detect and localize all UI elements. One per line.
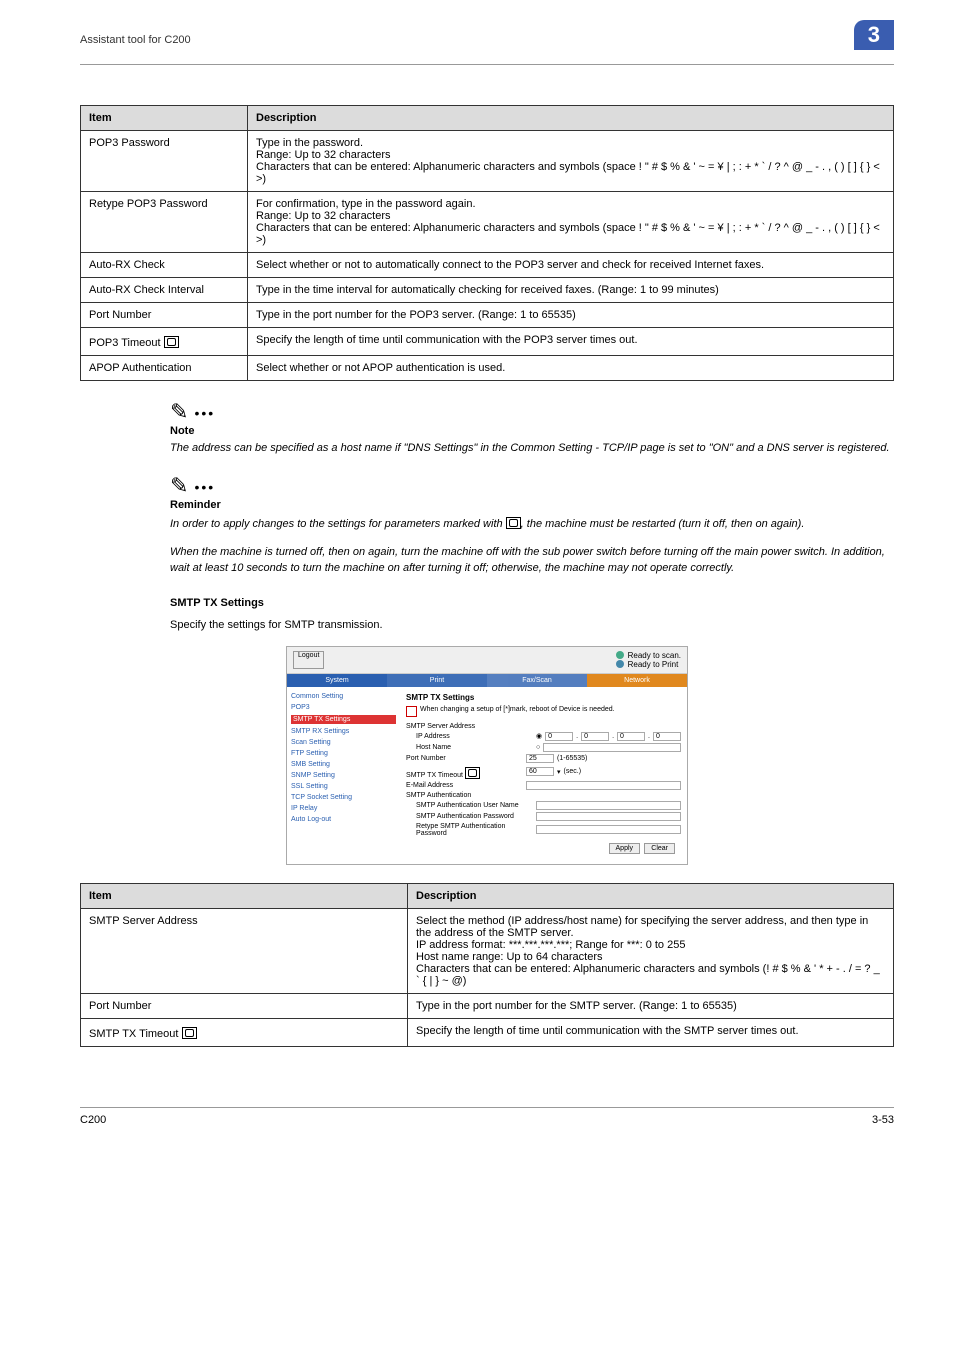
row-server: SMTP Server Address: [406, 723, 526, 730]
table-row: APOP Authentication: [81, 356, 248, 381]
embedded-screenshot: Logout Ready to scan. Ready to Print Sys…: [286, 646, 688, 865]
warn-icon: [406, 706, 417, 717]
row-ip: IP Address: [406, 733, 536, 740]
table-row: SMTP Server Address: [81, 908, 408, 993]
auth-pass-field: [536, 812, 681, 821]
row-auth-repass: Retype SMTP Authentication Password: [406, 823, 536, 837]
reminder-icon: ✎: [170, 475, 188, 497]
tab-system: System: [287, 674, 387, 687]
row-auth-pass: SMTP Authentication Password: [406, 813, 536, 820]
nav-snmp: SNMP Setting: [291, 772, 396, 779]
table1-header-desc: Description: [248, 106, 894, 131]
timeout-field: [526, 767, 554, 776]
note-icon: ✎: [170, 401, 188, 423]
auth-user-field: [536, 801, 681, 810]
table-row: Port Number: [81, 993, 408, 1018]
nav-relay: IP Relay: [291, 805, 396, 812]
table-row: Port Number: [81, 303, 248, 328]
table-row: Auto-RX Check: [81, 253, 248, 278]
nav-smb: SMB Setting: [291, 761, 396, 768]
ip-octet-1: [545, 732, 573, 741]
logout-button: Logout: [293, 651, 324, 669]
table-row: Select whether or not to automatically c…: [248, 253, 894, 278]
ip-octet-2: [581, 732, 609, 741]
table-row: Type in the port number for the POP3 ser…: [248, 303, 894, 328]
reminder-body-1: In order to apply changes to the setting…: [170, 515, 894, 533]
table-row: Specify the length of time until communi…: [408, 1018, 894, 1046]
table2-header-item: Item: [81, 883, 408, 908]
table-row: Select whether or not APOP authenticatio…: [248, 356, 894, 381]
nav-auto: Auto Log-out: [291, 816, 396, 823]
settings-table-1: Item Description POP3 PasswordType in th…: [80, 105, 894, 381]
nav-tcp: TCP Socket Setting: [291, 794, 396, 801]
screenshot-sidebar: Common Setting POP3 SMTP TX Settings SMT…: [287, 687, 400, 864]
auth-repass-field: [536, 825, 681, 834]
row-port: Port Number: [406, 755, 526, 762]
host-field: [543, 743, 681, 752]
nav-ssl: SSL Setting: [291, 783, 396, 790]
ip-octet-4: [653, 732, 681, 741]
smtp-tx-heading: SMTP TX Settings: [170, 597, 894, 609]
settings-table-2: Item Description SMTP Server AddressSele…: [80, 883, 894, 1047]
status-ready: Ready to scan. Ready to Print: [616, 651, 681, 669]
page-header: Assistant tool for C200 3: [80, 30, 894, 65]
table-row: Type in the password. Range: Up to 32 ch…: [248, 131, 894, 192]
table-row: Specify the length of time until communi…: [248, 328, 894, 356]
table2-header-desc: Description: [408, 883, 894, 908]
note-dots: •••: [194, 405, 215, 421]
restart-icon: [465, 767, 480, 779]
nav-smtp-tx: SMTP TX Settings: [291, 715, 396, 724]
nav-ftp: FTP Setting: [291, 750, 396, 757]
tab-fax: Fax/Scan: [487, 674, 587, 687]
note-body: The address can be specified as a host n…: [170, 441, 894, 457]
reminder-body-2: When the machine is turned off, then on …: [170, 545, 894, 577]
nav-smtp-rx: SMTP RX Settings: [291, 728, 396, 735]
restart-icon: [164, 336, 179, 348]
restart-icon: [182, 1027, 197, 1039]
row-timeout: SMTP TX Timeout: [406, 772, 463, 779]
nav-scan: Scan Setting: [291, 739, 396, 746]
apply-button: Apply: [609, 843, 641, 854]
table-row: Type in the time interval for automatica…: [248, 278, 894, 303]
table-row: For confirmation, type in the password a…: [248, 192, 894, 253]
ss-title: SMTP TX Settings: [406, 693, 681, 702]
screenshot-main: SMTP TX Settings When changing a setup o…: [400, 687, 687, 864]
footer-right: 3-53: [872, 1114, 894, 1126]
reminder-heading: Reminder: [170, 499, 894, 511]
footer-left: C200: [80, 1114, 106, 1126]
table-row: POP3 Timeout: [81, 328, 248, 356]
clear-button: Clear: [644, 843, 675, 854]
smtp-tx-paragraph: Specify the settings for SMTP transmissi…: [170, 619, 894, 631]
note-heading: Note: [170, 425, 894, 437]
table-row: Auto-RX Check Interval: [81, 278, 248, 303]
header-title: Assistant tool for C200: [80, 30, 191, 46]
row-auth: SMTP Authentication: [406, 792, 526, 799]
header-chapter-badge: 3: [854, 20, 894, 50]
table-row: Type in the port number for the SMTP ser…: [408, 993, 894, 1018]
restart-icon: [506, 517, 521, 529]
page-footer: C200 3-53: [80, 1107, 894, 1126]
table-row: SMTP TX Timeout: [81, 1018, 408, 1046]
nav-common: Common Setting: [291, 693, 396, 700]
ip-octet-3: [617, 732, 645, 741]
tab-network: Network: [587, 674, 687, 687]
row-email: E-Mail Address: [406, 782, 526, 789]
nav-pop3: POP3: [291, 704, 396, 711]
ss-warning: When changing a setup of [*]mark, reboot…: [420, 706, 615, 717]
row-auth-user: SMTP Authentication User Name: [406, 802, 536, 809]
port-field: [526, 754, 554, 763]
tab-print: Print: [387, 674, 487, 687]
table-row: Select the method (IP address/host name)…: [408, 908, 894, 993]
table1-header-item: Item: [81, 106, 248, 131]
note-block: ✎ ••• Note The address can be specified …: [170, 401, 894, 457]
row-host: Host Name: [406, 744, 536, 751]
reminder-block: ✎ ••• Reminder In order to apply changes…: [170, 475, 894, 577]
table-row: Retype POP3 Password: [81, 192, 248, 253]
screenshot-tabs: System Print Fax/Scan Network: [287, 674, 687, 687]
reminder-dots: •••: [194, 479, 215, 495]
email-field: [526, 781, 681, 790]
table-row: POP3 Password: [81, 131, 248, 192]
